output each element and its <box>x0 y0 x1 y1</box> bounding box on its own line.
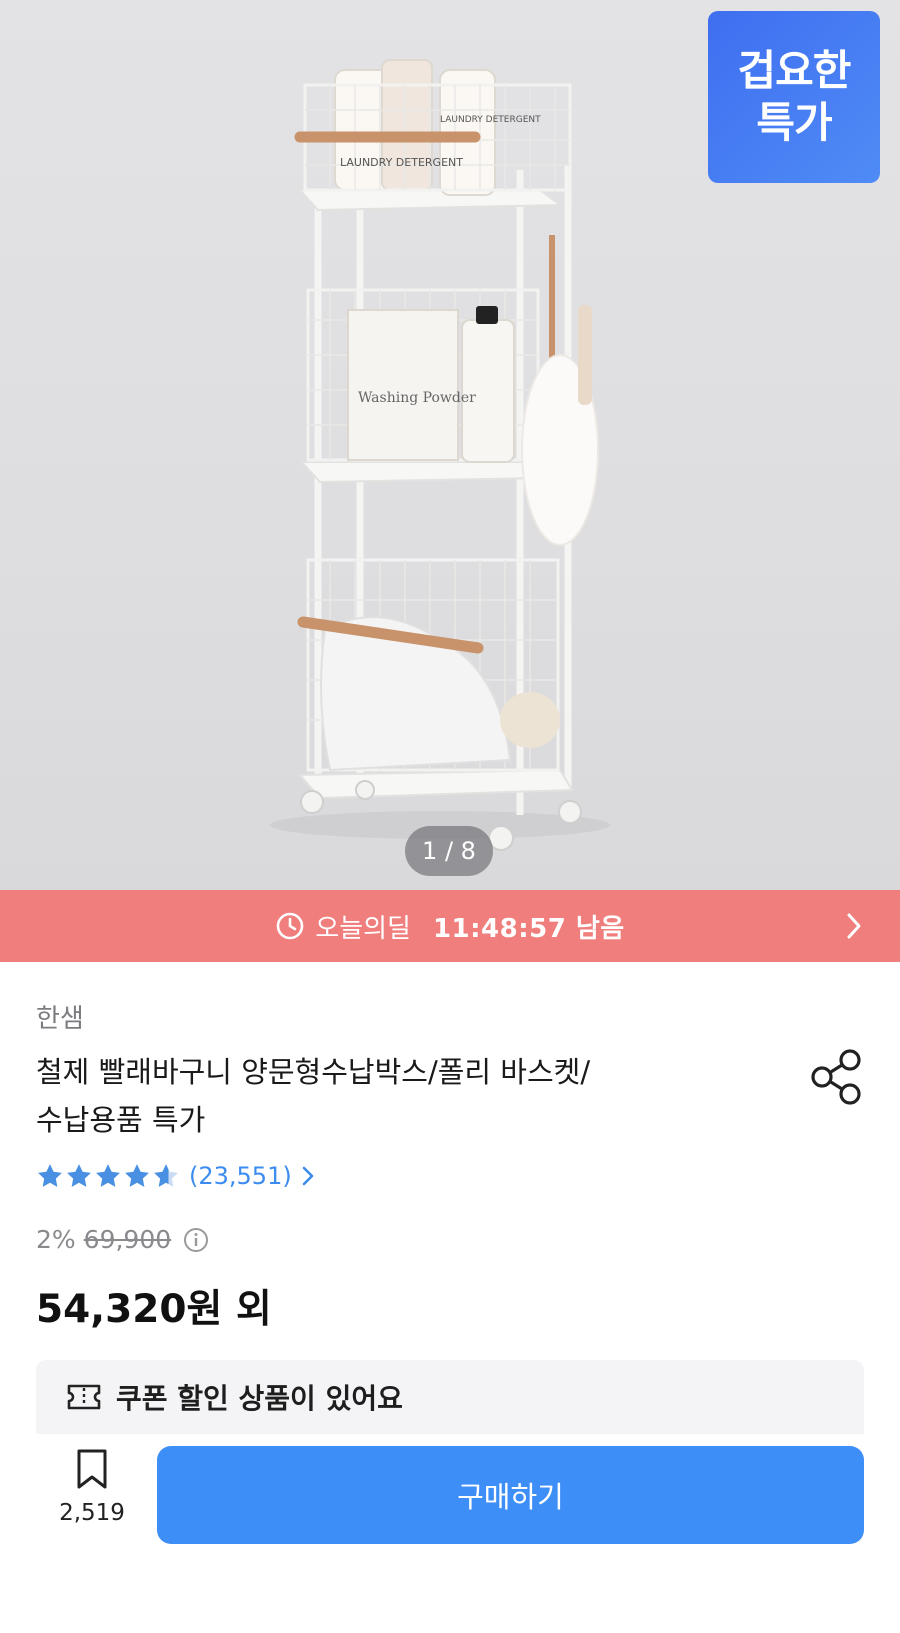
bookmark-icon <box>77 1449 107 1489</box>
coupon-text: 쿠폰 할인 상품이 있어요 <box>116 1382 403 1415</box>
rating-row[interactable]: (23,551) <box>36 1162 314 1190</box>
sale-price: 54,320원 외 <box>36 1287 272 1332</box>
buy-button[interactable]: 구매하기 <box>157 1446 864 1544</box>
bookmark-button[interactable]: 2,519 <box>52 1448 132 1526</box>
product-title-line-1: 철제 빨래바구니 양문형수납박스/폴리 바스켓/ <box>36 1055 591 1089</box>
half-star-icon <box>154 1164 178 1187</box>
coupon-banner[interactable]: 쿠폰 할인 상품이 있어요 <box>36 1360 864 1434</box>
brand-name[interactable]: 한샘 <box>36 998 84 1035</box>
star-icon <box>96 1164 120 1187</box>
special-deal-badge: 겁요한 특가 <box>708 11 880 183</box>
discount-rate: 2% <box>36 1225 76 1254</box>
clock-icon <box>276 912 304 940</box>
deal-countdown: 11:48:57 남음 <box>432 913 625 944</box>
discount-row: 2% 69,900 <box>36 1225 209 1254</box>
product-title-line-2: 수납용품 특가 <box>36 1103 206 1137</box>
badge-line-2: 특가 <box>756 98 832 147</box>
star-icon <box>67 1164 91 1187</box>
original-price: 69,900 <box>83 1225 172 1254</box>
star-rating <box>36 1162 181 1190</box>
chevron-right-icon <box>847 913 861 939</box>
review-count[interactable]: (23,551) <box>189 1162 292 1190</box>
share-icon[interactable] <box>810 1048 864 1106</box>
star-icon <box>125 1164 149 1187</box>
chevron-right-icon <box>302 1166 314 1186</box>
product-title: 철제 빨래바구니 양문형수납박스/폴리 바스켓/ 수납용품 특가 <box>36 1048 736 1144</box>
star-icon <box>38 1164 62 1187</box>
badge-line-1: 겁요한 <box>737 46 852 95</box>
todays-deal-bar[interactable]: 오늘의딜 11:48:57 남음 <box>0 890 900 962</box>
image-pager: 1 / 8 <box>405 826 493 876</box>
coupon-icon <box>67 1384 101 1410</box>
deal-label: 오늘의딜 <box>315 913 411 944</box>
bottle-label-1: LAUNDRY DETERGENT <box>340 156 463 169</box>
info-icon[interactable] <box>183 1227 209 1253</box>
bottom-action-bar: 2,519 구매하기 <box>0 1434 900 1633</box>
product-image-carousel[interactable]: LAUNDRY DETERGENT LAUNDRY DETERGENT Wash… <box>0 0 900 890</box>
bookmark-count: 2,519 <box>59 1500 125 1526</box>
bottle-label-2: LAUNDRY DETERGENT <box>440 115 541 125</box>
box-label: Washing Powder <box>358 390 476 406</box>
